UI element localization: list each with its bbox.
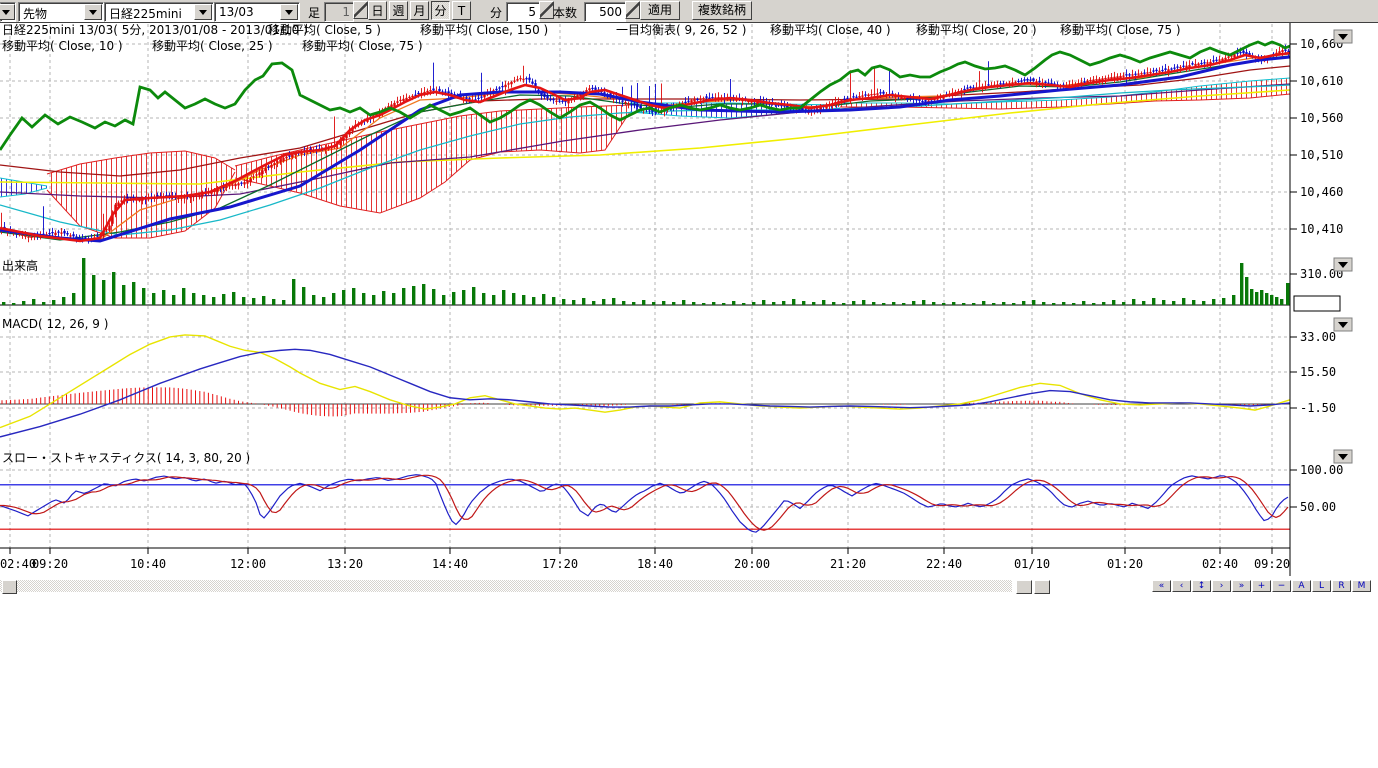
axis-label: 33.00 [1300,330,1336,344]
axis-label: 12:00 [230,557,266,571]
axis-label: 02:40 [0,557,36,571]
chart-tool-button[interactable]: » [1232,580,1251,592]
scroll-mini-button[interactable] [1016,580,1032,594]
panel-label: MACD( 12, 26, 9 ) [2,317,108,331]
axis-label: 02:40 [1202,557,1238,571]
panel-label: 移動平均( Close, 75 ) [302,39,423,53]
axis-label: 17:20 [542,557,578,571]
stochastics-panel [0,475,1290,532]
axis-label: 14:40 [432,557,468,571]
panel-label: 移動平均( Close, 25 ) [152,39,273,53]
horizontal-scrollbar[interactable] [0,580,1012,592]
volume-multiplier-box [1294,296,1340,311]
axis-label: 10,560 [1300,111,1343,125]
chart-tool-button[interactable]: M [1352,580,1371,592]
bottom-scroll-strip: «‹↕›»+−ALRM [0,578,1378,592]
axis-label: 09:20 [1254,557,1290,571]
panel-menu-button[interactable] [1334,318,1352,331]
panel-menu-button[interactable] [1334,450,1352,463]
panel-label: 一目均衡表( 9, 26, 52 ) [616,23,746,37]
panel-menu-button[interactable] [1334,258,1352,271]
axis-label: 13:20 [327,557,363,571]
scrollbar-thumb[interactable] [2,580,17,594]
panel-label: スロー・ストキャスティクス( 14, 3, 80, 20 ) [2,451,250,465]
panel-label: 出来高 [2,258,38,273]
scroll-mini-button[interactable] [1034,580,1050,594]
panel-label: 移動平均( Close, 40 ) [770,23,891,37]
panel-menu-button[interactable] [1334,30,1352,43]
panel-label: 移動平均( Close, 5 ) [268,23,381,37]
panel-label: 移動平均( Close, 75 ) [1060,23,1181,37]
axis-label: 09:20 [32,557,68,571]
chart-application-window: 先物 日経225mini 13/03 足 1 日 週 月 分 T 分 5 本数 … [0,0,1378,768]
axis-label: 10,510 [1300,148,1343,162]
chart-tool-button[interactable]: ‹ [1172,580,1191,592]
axis-label: 01:20 [1107,557,1143,571]
chart-tool-button[interactable]: A [1292,580,1311,592]
panel-label: 移動平均( Close, 20 ) [916,23,1037,37]
axis-label: 50.00 [1300,500,1336,514]
chart-area[interactable]: 10,66010,61010,56010,51010,46010,410310.… [0,0,1378,600]
axis-label: 18:40 [637,557,673,571]
panel-label: 移動平均( Close, 10 ) [2,39,123,53]
axis-label: 10,410 [1300,222,1343,236]
chart-tool-button[interactable]: R [1332,580,1351,592]
axis-label: 22:40 [926,557,962,571]
macd-panel [0,335,1290,437]
axis-label: 10,610 [1300,74,1343,88]
axis-label: 10:40 [130,557,166,571]
chart-tool-button[interactable]: + [1252,580,1271,592]
panel-and-legend-labels: 日経225mini 13/03( 5分, 2013/01/08 - 2013/0… [2,23,1340,465]
axis-label: 15.50 [1300,365,1336,379]
chart-tool-button[interactable]: › [1212,580,1231,592]
axis-label: 10,460 [1300,185,1343,199]
axis-label: 20:00 [734,557,770,571]
chart-tool-button[interactable]: − [1272,580,1291,592]
volume-panel [0,258,1290,305]
axis-label: 21:20 [830,557,866,571]
axis-label: 100.00 [1300,463,1343,477]
chart-tool-button[interactable]: L [1312,580,1331,592]
chart-tool-button[interactable]: ↕ [1192,580,1211,592]
axis-label: 01/10 [1014,557,1050,571]
chart-tool-button[interactable]: « [1152,580,1171,592]
panel-label: 日経225mini 13/03( 5分, 2013/01/08 - 2013/0… [2,23,308,37]
panel-label: 移動平均( Close, 150 ) [420,23,548,37]
axis-label: -1.50 [1300,401,1336,415]
